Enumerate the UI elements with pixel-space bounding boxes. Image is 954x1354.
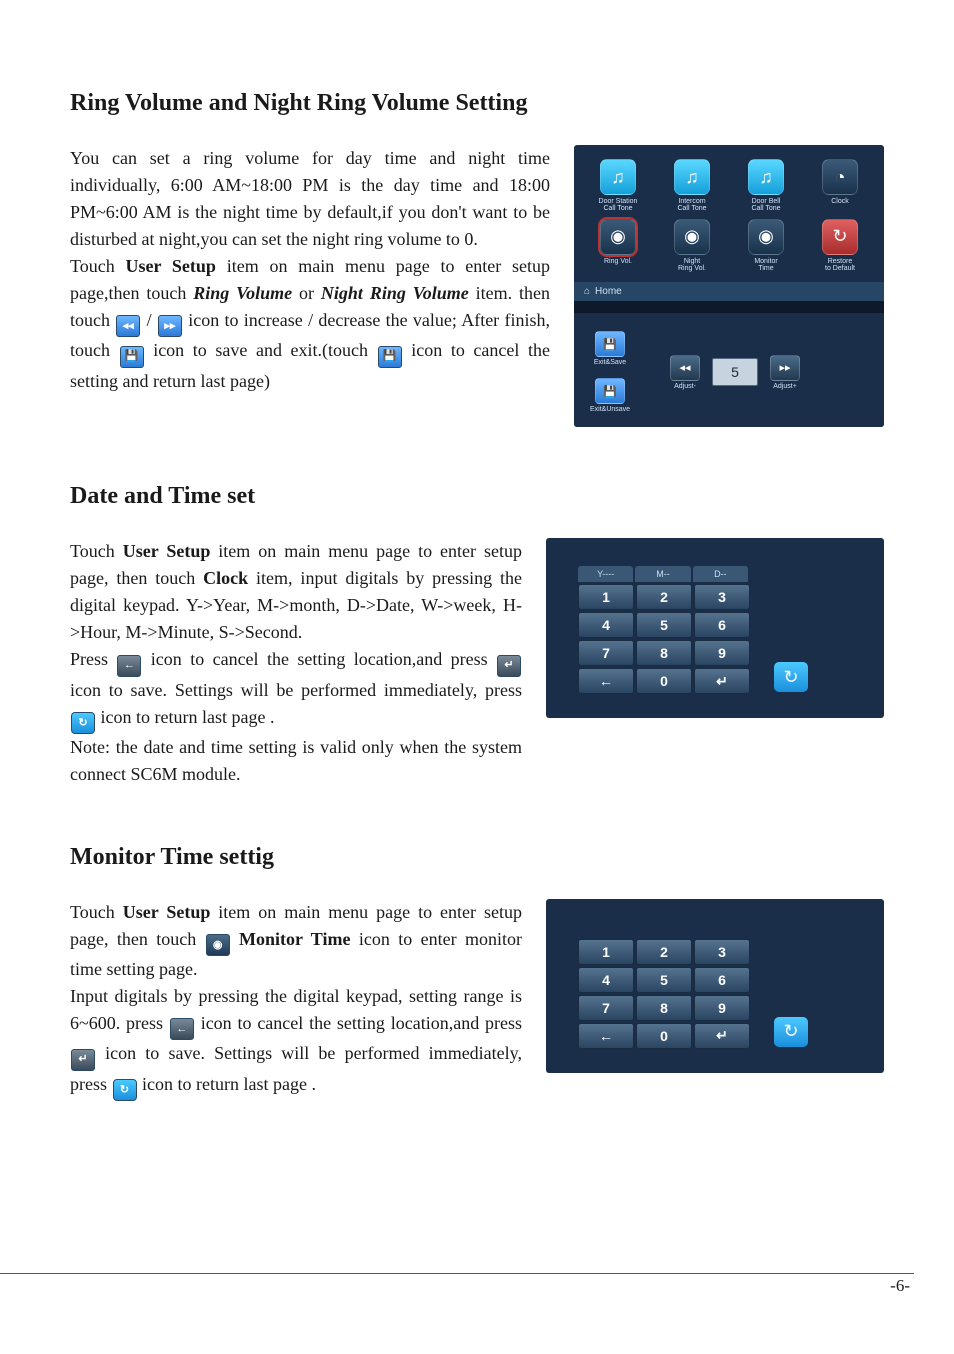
- app-icon[interactable]: ♫ Intercom Call Tone: [658, 159, 726, 213]
- app-icon-label: Restore to Default: [825, 258, 855, 273]
- keypad-key[interactable]: ↵: [694, 1023, 750, 1049]
- keypad-key[interactable]: 6: [694, 612, 750, 638]
- section-title: Date and Time set: [70, 483, 884, 510]
- enter-icon: ↵: [71, 1049, 95, 1071]
- app-icon[interactable]: ↻ Restore to Default: [806, 219, 874, 273]
- keypad-key[interactable]: 8: [636, 640, 692, 666]
- app-icon[interactable]: ◉ Night Ring Vol.: [658, 219, 726, 273]
- app-tile-icon: ◔: [822, 159, 858, 195]
- screenshot-monitor-time: 123 456 789 ←0↵ ↻: [546, 899, 884, 1073]
- keypad-key[interactable]: 1: [578, 584, 634, 610]
- keypad-key[interactable]: 6: [694, 967, 750, 993]
- keypad-key[interactable]: 4: [578, 612, 634, 638]
- app-icon[interactable]: ◉ Monitor Time: [732, 219, 800, 273]
- app-icon-label: Ring Vol.: [604, 258, 632, 265]
- app-tile-icon: ↻: [822, 219, 858, 255]
- app-icon-label: Monitor Time: [754, 258, 777, 273]
- app-icon[interactable]: ◔ Clock: [806, 159, 874, 213]
- save-icon: 💾: [595, 331, 625, 357]
- keypad-key[interactable]: 0: [636, 668, 692, 694]
- section-ring-volume: Ring Volume and Night Ring Volume Settin…: [70, 90, 884, 427]
- app-icon[interactable]: ♫ Door Station Call Tone: [584, 159, 652, 213]
- keypad-key[interactable]: 9: [694, 995, 750, 1021]
- keypad-key[interactable]: ↵: [694, 668, 750, 694]
- return-icon: ↻: [113, 1079, 137, 1101]
- screenshot-date-time: Y----M--D-- 123 456 789 ←0↵ ↻: [546, 538, 884, 718]
- forward-icon: ▸▸: [770, 355, 800, 381]
- keypad-key[interactable]: 4: [578, 967, 634, 993]
- keypad-key[interactable]: 2: [636, 584, 692, 610]
- return-button[interactable]: ↻: [774, 1017, 808, 1047]
- exit-unsave-button[interactable]: 💾 Exit&Unsave: [590, 378, 630, 413]
- date-header-cell: M--: [635, 566, 690, 582]
- adjust-plus-button[interactable]: ▸▸ Adjust+: [770, 355, 800, 390]
- date-header-cell: D--: [693, 566, 748, 582]
- return-button[interactable]: ↻: [774, 662, 808, 692]
- forward-icon: ▸▸: [158, 315, 182, 337]
- paragraph: Touch User Setup item on main menu page …: [70, 899, 522, 983]
- app-icon-label: Intercom Call Tone: [677, 198, 706, 213]
- page-divider: [0, 1273, 914, 1274]
- section-title: Monitor Time settig: [70, 844, 884, 871]
- home-label: Home: [595, 286, 622, 297]
- home-icon: ⌂: [584, 286, 590, 297]
- keypad-key[interactable]: 5: [636, 967, 692, 993]
- keypad-key[interactable]: ←: [578, 668, 634, 694]
- app-tile-icon: ◉: [600, 219, 636, 255]
- return-icon: ↻: [783, 1021, 798, 1042]
- section-title: Ring Volume and Night Ring Volume Settin…: [70, 90, 884, 117]
- adjust-minus-button[interactable]: ◂◂ Adjust-: [670, 355, 700, 390]
- app-tile-icon: ♫: [600, 159, 636, 195]
- app-icon-label: Door Bell Call Tone: [751, 198, 780, 213]
- date-header-cell: Y----: [578, 566, 633, 582]
- monitor-time-icon: ◉: [206, 934, 230, 956]
- app-tile-icon: ◉: [748, 219, 784, 255]
- section-body: Touch User Setup item on main menu page …: [70, 899, 522, 1101]
- home-bar[interactable]: ⌂ Home: [574, 282, 884, 301]
- paragraph: Press ← icon to cancel the setting locat…: [70, 646, 522, 734]
- back-arrow-icon: ←: [117, 655, 141, 677]
- app-icon-label: Night Ring Vol.: [678, 258, 706, 273]
- page-number: -6-: [890, 1276, 910, 1296]
- keypad-key[interactable]: 9: [694, 640, 750, 666]
- enter-icon: ↵: [497, 655, 521, 677]
- screenshot-ring-volume: ♫ Door Station Call Tone ♫ Intercom Call To…: [574, 145, 884, 427]
- paragraph: Touch User Setup item on main menu page …: [70, 538, 522, 646]
- return-icon: ↻: [71, 712, 95, 734]
- rewind-icon: ◂◂: [116, 315, 140, 337]
- keypad-key[interactable]: 0: [636, 1023, 692, 1049]
- app-icon[interactable]: ◉ Ring Vol.: [584, 219, 652, 273]
- section-body: You can set a ring volume for day time a…: [70, 145, 550, 395]
- exit-save-button[interactable]: 💾 Exit&Save: [590, 331, 630, 366]
- app-icon-label: Door Station Call Tone: [599, 198, 638, 213]
- value-display: 5: [712, 358, 758, 386]
- section-body: Touch User Setup item on main menu page …: [70, 538, 522, 788]
- keypad-key[interactable]: 7: [578, 640, 634, 666]
- section-date-time: Date and Time set Touch User Setup item …: [70, 483, 884, 788]
- paragraph: Note: the date and time setting is valid…: [70, 734, 522, 788]
- save-icon: 💾: [120, 346, 144, 368]
- app-icon[interactable]: ♫ Door Bell Call Tone: [732, 159, 800, 213]
- keypad-key[interactable]: 8: [636, 995, 692, 1021]
- keypad-key[interactable]: 2: [636, 939, 692, 965]
- keypad-key[interactable]: 5: [636, 612, 692, 638]
- paragraph: Touch User Setup item on main menu page …: [70, 253, 550, 395]
- keypad-key[interactable]: 3: [694, 939, 750, 965]
- section-monitor-time: Monitor Time settig Touch User Setup ite…: [70, 844, 884, 1101]
- app-tile-icon: ◉: [674, 219, 710, 255]
- rewind-icon: ◂◂: [670, 355, 700, 381]
- keypad-key[interactable]: 1: [578, 939, 634, 965]
- keypad-key[interactable]: 7: [578, 995, 634, 1021]
- app-tile-icon: ♫: [674, 159, 710, 195]
- return-icon: ↻: [783, 667, 798, 688]
- keypad-key[interactable]: ←: [578, 1023, 634, 1049]
- app-icon-label: Clock: [831, 198, 849, 205]
- keypad-key[interactable]: 3: [694, 584, 750, 610]
- cancel-icon: 💾: [595, 378, 625, 404]
- app-tile-icon: ♫: [748, 159, 784, 195]
- paragraph: You can set a ring volume for day time a…: [70, 145, 550, 253]
- cancel-icon: 💾: [378, 346, 402, 368]
- paragraph: Input digitals by pressing the digital k…: [70, 983, 522, 1101]
- back-arrow-icon: ←: [170, 1018, 194, 1040]
